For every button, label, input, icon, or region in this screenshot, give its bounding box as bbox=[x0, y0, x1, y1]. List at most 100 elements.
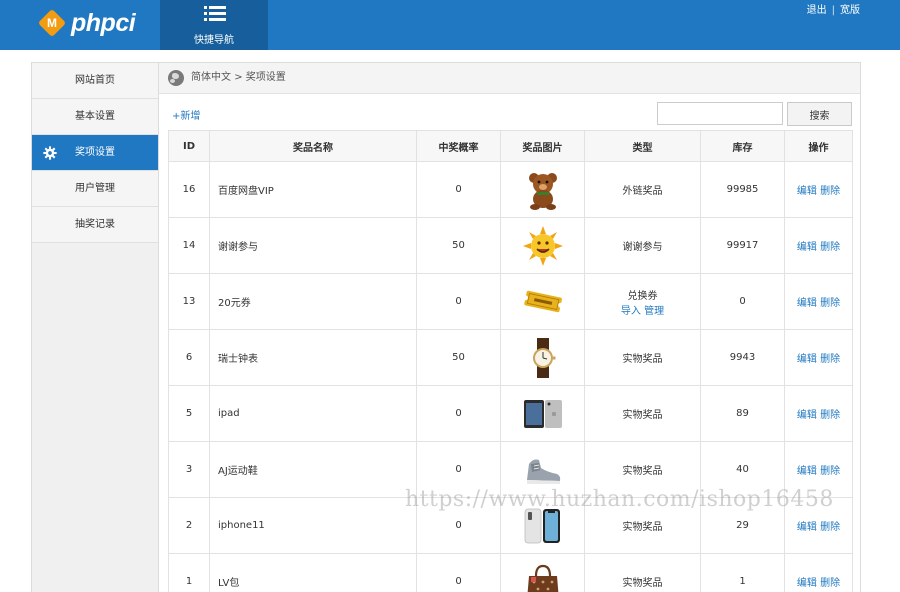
cell-name: 瑞士钟表 bbox=[209, 329, 417, 386]
cell-actions: 编辑 删除 bbox=[784, 385, 853, 442]
cell-actions: 编辑 删除 bbox=[784, 329, 853, 386]
delete-link[interactable]: 删除 bbox=[820, 354, 840, 365]
cell-probability: 50 bbox=[416, 217, 501, 274]
cell-image bbox=[500, 385, 585, 442]
import-link[interactable]: 导入 bbox=[621, 306, 641, 317]
table-header-row: ID 奖品名称 中奖概率 奖品图片 类型 库存 操作 bbox=[168, 130, 853, 162]
cell-type: 实物奖品 bbox=[584, 329, 701, 386]
search-button[interactable]: 搜索 bbox=[787, 102, 852, 126]
logo[interactable]: M phpci bbox=[37, 7, 136, 39]
sidebar-item-draw-records[interactable]: 抽奖记录 bbox=[32, 207, 158, 243]
cell-stock: 89 bbox=[700, 385, 785, 442]
column-header-name[interactable]: 奖品名称 bbox=[209, 130, 417, 162]
wide-mode-link[interactable]: 宽版 bbox=[840, 5, 860, 16]
sidebar-item-home[interactable]: 网站首页 bbox=[32, 63, 158, 99]
cell-probability: 0 bbox=[416, 385, 501, 442]
cell-name: 百度网盘VIP bbox=[209, 161, 417, 218]
top-header: M phpci 快捷导航 退出 | 宽版 bbox=[0, 0, 900, 50]
add-prize-link[interactable]: +新增 bbox=[172, 107, 200, 122]
cell-id: 3 bbox=[168, 441, 210, 498]
table-row: 6 瑞士钟表 50 实物奖品 9943 编辑 删除 bbox=[168, 329, 853, 386]
breadcrumb-root[interactable]: 简体中文 bbox=[191, 72, 231, 83]
cell-name: 20元券 bbox=[209, 273, 417, 330]
logout-link[interactable]: 退出 bbox=[807, 5, 827, 16]
sidebar-item-label: 奖项设置 bbox=[75, 147, 115, 158]
cell-type: 兑换券 导入 管理 bbox=[584, 273, 701, 330]
sidebar-item-prize-settings[interactable]: 奖项设置 bbox=[32, 135, 158, 171]
edit-link[interactable]: 编辑 bbox=[797, 578, 817, 589]
cell-id: 5 bbox=[168, 385, 210, 442]
breadcrumb-separator: > bbox=[234, 72, 243, 83]
cell-name: 谢谢参与 bbox=[209, 217, 417, 274]
watermark-text: https://www.huzhan.com/ishop16458 bbox=[405, 487, 834, 512]
delete-link[interactable]: 删除 bbox=[820, 186, 840, 197]
delete-link[interactable]: 删除 bbox=[820, 522, 840, 533]
ipad-image bbox=[523, 399, 562, 428]
globe-icon bbox=[168, 70, 184, 86]
quick-nav-label: 快捷导航 bbox=[194, 35, 234, 46]
edit-link[interactable]: 编辑 bbox=[797, 410, 817, 421]
delete-link[interactable]: 删除 bbox=[820, 578, 840, 589]
sun-face-image bbox=[522, 225, 563, 266]
coupon-ticket-image bbox=[522, 290, 563, 312]
cell-id: 13 bbox=[168, 273, 210, 330]
cell-name: LV包 bbox=[209, 553, 417, 592]
table-row: 14 谢谢参与 50 谢谢参与 99917 编辑 删除 bbox=[168, 217, 853, 274]
cell-stock: 99917 bbox=[700, 217, 785, 274]
logo-text: phpci bbox=[71, 8, 136, 37]
sidebar-item-label: 用户管理 bbox=[75, 183, 115, 194]
table-row: 5 ipad 0 实物奖品 89 编辑 删除 bbox=[168, 385, 853, 442]
gear-icon bbox=[43, 146, 57, 160]
main-panel: 简体中文 > 奖项设置 +新增 搜索 ID 奖品名称 中奖概率 奖品图片 类型 … bbox=[159, 62, 861, 592]
edit-link[interactable]: 编辑 bbox=[797, 466, 817, 477]
delete-link[interactable]: 删除 bbox=[820, 466, 840, 477]
edit-link[interactable]: 编辑 bbox=[797, 354, 817, 365]
column-header-id[interactable]: ID bbox=[168, 130, 210, 162]
edit-link[interactable]: 编辑 bbox=[797, 242, 817, 253]
table-row: 16 百度网盘VIP 0 外链奖品 99985 编辑 删除 bbox=[168, 161, 853, 218]
cell-id: 16 bbox=[168, 161, 210, 218]
cell-stock: 0 bbox=[700, 273, 785, 330]
edit-link[interactable]: 编辑 bbox=[797, 298, 817, 309]
handbag-image bbox=[527, 564, 558, 592]
column-header-probability[interactable]: 中奖概率 bbox=[416, 130, 501, 162]
edit-link[interactable]: 编辑 bbox=[797, 522, 817, 533]
toolbar: +新增 搜索 bbox=[159, 95, 861, 129]
sidebar-item-label: 基本设置 bbox=[75, 111, 115, 122]
cell-stock: 9943 bbox=[700, 329, 785, 386]
wrist-watch-image bbox=[532, 337, 555, 378]
cell-type: 谢谢参与 bbox=[584, 217, 701, 274]
teddy-bear-image bbox=[528, 172, 557, 210]
logo-mark-icon: M bbox=[37, 8, 67, 38]
manage-link[interactable]: 管理 bbox=[644, 306, 664, 317]
delete-link[interactable]: 删除 bbox=[820, 298, 840, 309]
cell-probability: 0 bbox=[416, 161, 501, 218]
cell-type: 外链奖品 bbox=[584, 161, 701, 218]
edit-link[interactable]: 编辑 bbox=[797, 186, 817, 197]
column-header-stock[interactable]: 库存 bbox=[700, 130, 785, 162]
cell-actions: 编辑 删除 bbox=[784, 553, 853, 592]
cell-actions: 编辑 删除 bbox=[784, 217, 853, 274]
cell-image bbox=[500, 217, 585, 274]
column-header-actions: 操作 bbox=[784, 130, 853, 162]
cell-probability: 50 bbox=[416, 329, 501, 386]
sidebar-item-label: 网站首页 bbox=[75, 75, 115, 86]
cell-probability: 0 bbox=[416, 553, 501, 592]
search-input[interactable] bbox=[657, 102, 783, 125]
delete-link[interactable]: 删除 bbox=[820, 410, 840, 421]
sidebar: 网站首页 基本设置 奖项设置 用户管理 抽奖记录 bbox=[31, 62, 159, 592]
cell-image bbox=[500, 553, 585, 592]
cell-id: 2 bbox=[168, 497, 210, 554]
cell-name: AJ运动鞋 bbox=[209, 441, 417, 498]
type-label: 兑换券 bbox=[627, 290, 658, 302]
sidebar-item-label: 抽奖记录 bbox=[75, 219, 115, 230]
column-header-type[interactable]: 类型 bbox=[584, 130, 701, 162]
cell-type: 实物奖品 bbox=[584, 385, 701, 442]
delete-link[interactable]: 删除 bbox=[820, 242, 840, 253]
cell-name: iphone11 bbox=[209, 497, 417, 554]
sidebar-item-basic-settings[interactable]: 基本设置 bbox=[32, 99, 158, 135]
cell-stock: 1 bbox=[700, 553, 785, 592]
quick-nav-button[interactable]: 快捷导航 bbox=[160, 0, 268, 50]
cell-image bbox=[500, 161, 585, 218]
sidebar-item-users[interactable]: 用户管理 bbox=[32, 171, 158, 207]
